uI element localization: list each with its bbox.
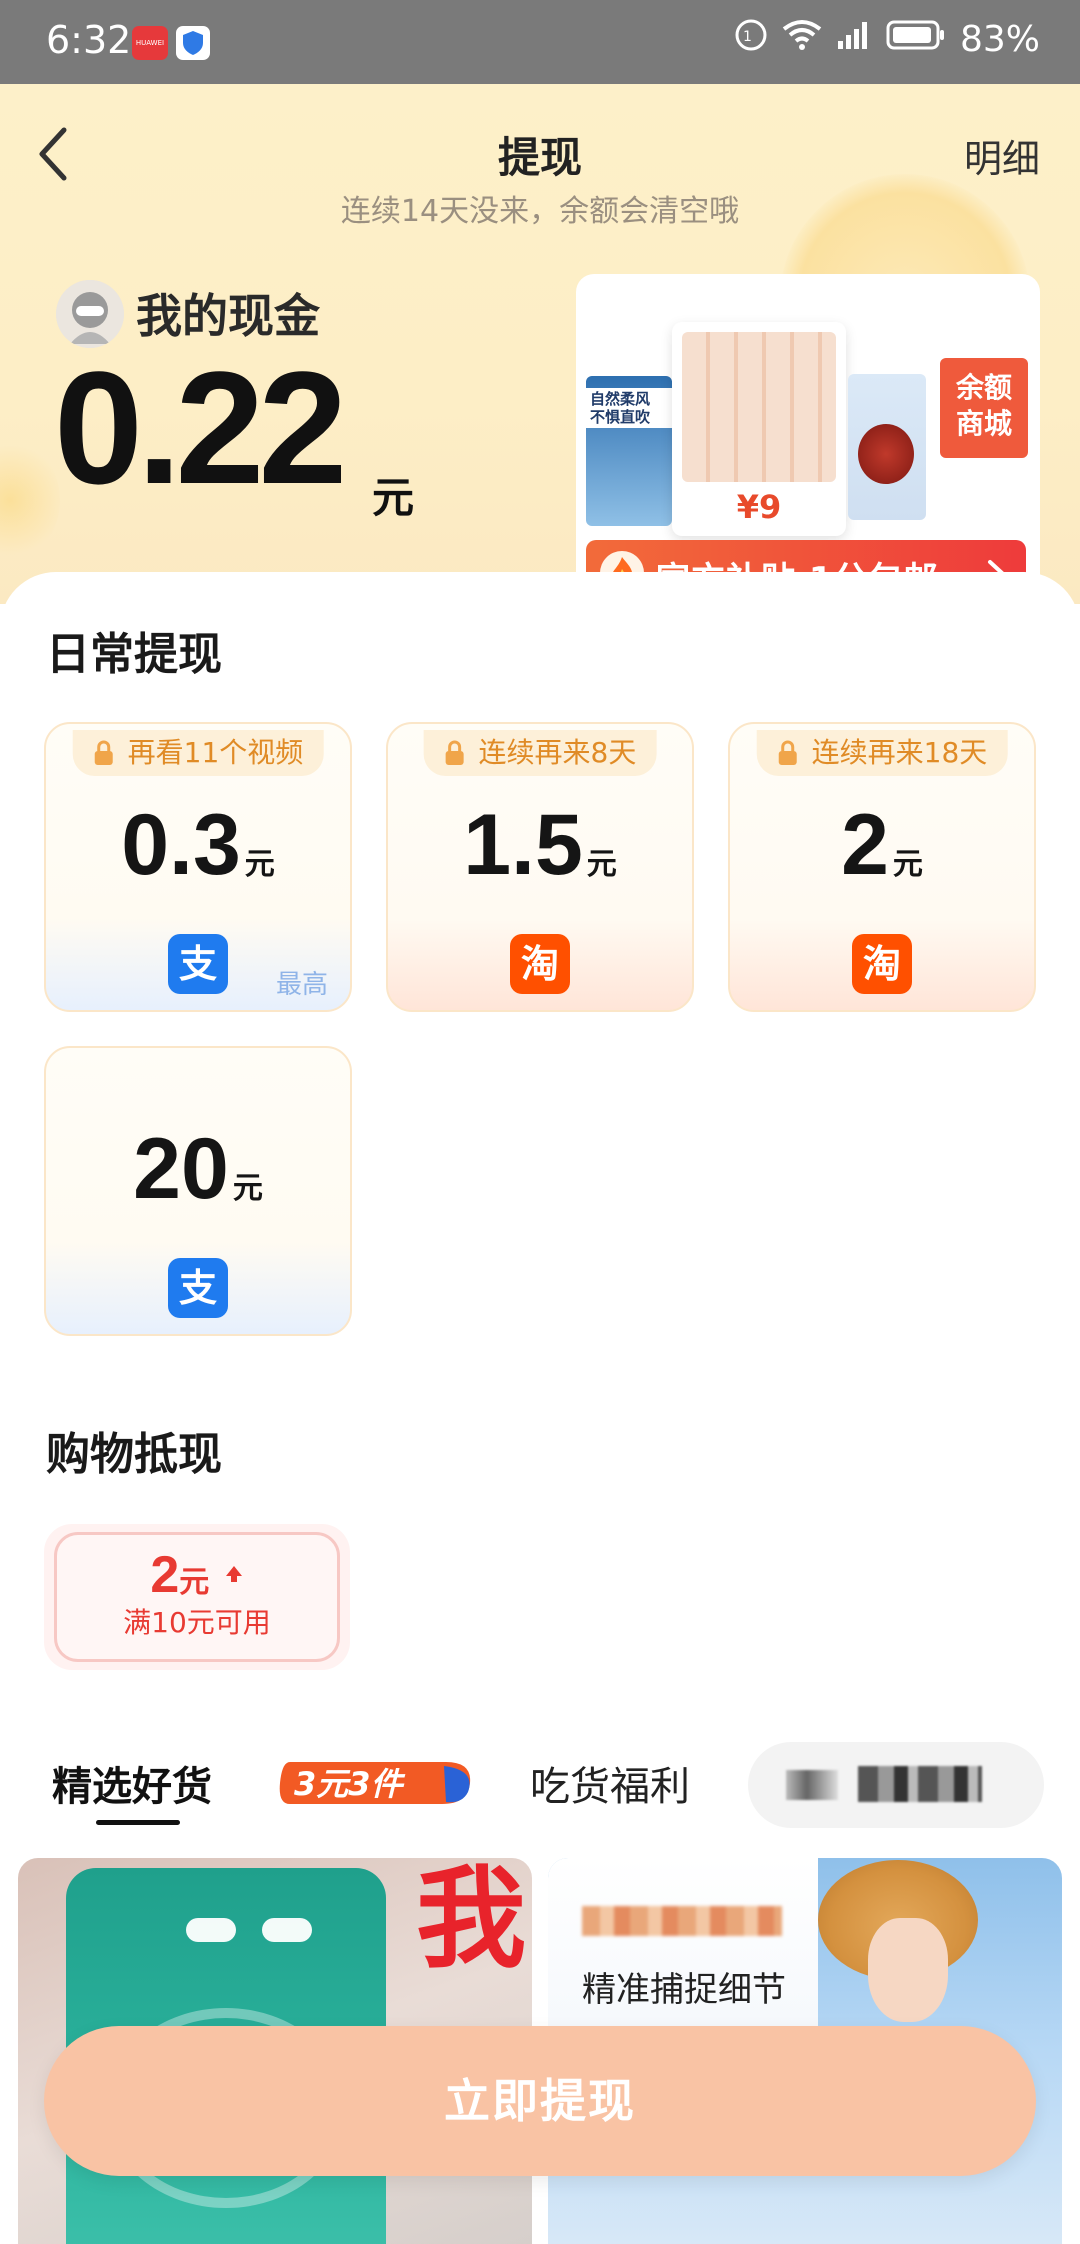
cash-unit: 元 xyxy=(372,473,415,522)
amount-unit: 元 xyxy=(232,1171,263,1206)
battery-icon xyxy=(886,19,946,60)
withdraw-option-card[interactable]: 20 元 支 xyxy=(44,1046,352,1336)
tab-badge-text: 3元3件 xyxy=(294,1765,406,1803)
blurred-text xyxy=(858,1766,982,1802)
status-time: 6:32 xyxy=(46,18,132,62)
withdraw-now-button[interactable]: 立即提现 xyxy=(44,2026,1036,2176)
amount: 0.3 元 xyxy=(46,796,350,895)
meat-product-image xyxy=(848,374,926,520)
meat-graphic xyxy=(858,424,914,484)
page-subtitle: 连续14天没来，余额会清空哦 xyxy=(340,194,740,229)
amount-value: 2 xyxy=(841,797,889,893)
category-tabs: 精选好货 3元3件 吃货福利 xyxy=(0,1736,1080,1846)
balance-mall-tag-line2: 商城 xyxy=(955,407,1012,440)
coupon-unit: 元 xyxy=(179,1566,210,1599)
bag-handle xyxy=(186,1918,236,1942)
daily-withdraw-title: 日常提现 xyxy=(46,629,222,680)
lock-tag: 连续再来8天 xyxy=(423,730,657,776)
amount-unit: 元 xyxy=(244,847,275,882)
lock-tag: 连续再来18天 xyxy=(756,730,1008,776)
lock-icon xyxy=(445,740,464,765)
tissue-product-image: ¥9 xyxy=(672,322,846,536)
amount-unit: 元 xyxy=(892,847,923,882)
page-title: 提现 xyxy=(497,133,582,182)
blurred-text xyxy=(582,1906,782,1936)
amount: 1.5 元 xyxy=(388,796,692,895)
alipay-glyph: 支 xyxy=(178,1266,217,1310)
taobao-icon: 淘 xyxy=(510,934,570,994)
withdraw-option-card[interactable]: 再看11个视频 0.3 元 支 最高 xyxy=(44,722,352,1012)
fan-product-label: 自然柔风 不惧直吹 xyxy=(586,388,672,428)
taobao-glyph: 淘 xyxy=(520,942,559,986)
balance-mall-tag: 余额 商城 xyxy=(940,358,1028,458)
amount: 20 元 xyxy=(46,1120,350,1219)
tab-snack-benefits[interactable]: 吃货福利 xyxy=(530,1754,690,1812)
coupon-card[interactable]: 2元 满10元可用 xyxy=(44,1524,350,1670)
lock-icon xyxy=(94,740,113,765)
model-face-image xyxy=(868,1918,948,2022)
fan-product-image: 自然柔风 不惧直吹 xyxy=(586,376,672,526)
promo-price: ¥9 xyxy=(736,488,782,526)
tab-blurred[interactable] xyxy=(748,1742,1044,1828)
cash-label: 我的现金 xyxy=(136,289,320,343)
product-caption: 精准捕捉细节 xyxy=(582,1970,786,2010)
alipay-icon: 支 xyxy=(168,1258,228,1318)
shopping-discount-title: 购物抵现 xyxy=(46,1429,222,1480)
coupon-condition: 满10元可用 xyxy=(123,1606,271,1639)
lock-text: 连续再来8天 xyxy=(478,736,637,769)
status-bar: 6:32 HUAWEI 1 83% xyxy=(0,0,1080,84)
battery-percent: 83% xyxy=(959,19,1040,60)
amount-unit: 元 xyxy=(586,847,617,882)
alipay-icon: 支 xyxy=(168,934,228,994)
product-text-panel: 精准捕捉细节 xyxy=(548,1858,818,2038)
svg-text:1: 1 xyxy=(743,29,752,45)
taobao-icon: 淘 xyxy=(852,934,912,994)
bag-handle xyxy=(262,1918,312,1942)
taobao-glyph: 淘 xyxy=(862,942,901,986)
balance-mall-tag-line1: 余额 xyxy=(955,371,1012,404)
lock-icon xyxy=(778,740,797,765)
cash-value: 0.22 xyxy=(54,338,347,517)
active-tab-indicator xyxy=(96,1820,180,1825)
promo-card[interactable]: 自然柔风 不惧直吹 ¥9 余额 商城 官方补贴 1分包邮 xyxy=(576,274,1040,620)
amount: 2元 xyxy=(730,796,1034,895)
wifi-icon xyxy=(782,19,822,60)
amount-value: 1.5 xyxy=(463,797,583,893)
detail-link[interactable]: 明细 xyxy=(964,128,1040,183)
hd-call-icon: 1 xyxy=(734,18,768,61)
lock-tag: 再看11个视频 xyxy=(72,730,324,776)
lock-text: 连续再来18天 xyxy=(811,736,988,769)
amount-value: 0.3 xyxy=(121,797,241,893)
tab-3yuan3pieces[interactable]: 3元3件 xyxy=(276,1756,480,1810)
huawei-app-icon: HUAWEI xyxy=(132,26,168,60)
withdraw-option-card[interactable]: 连续再来8天 1.5 元 淘 xyxy=(386,722,694,1012)
amount-value: 20 xyxy=(133,1121,229,1217)
product-ad-text: 我 xyxy=(416,1858,526,1983)
max-tag: 最高 xyxy=(275,970,328,1000)
lock-text: 再看11个视频 xyxy=(127,736,304,769)
blurred-text xyxy=(786,1770,838,1800)
header: 提现 连续14天没来，余额会清空哦 明细 我的现金 0.22 元 自然柔风 不惧… xyxy=(0,84,1080,620)
coupon-amount: 2 xyxy=(150,1546,180,1604)
coupon: 2元 满10元可用 xyxy=(54,1532,340,1662)
signal-icon xyxy=(836,19,872,60)
arrow-up-icon xyxy=(225,1566,242,1582)
tab-selected-goods[interactable]: 精选好货 xyxy=(52,1754,212,1812)
tissue-pack xyxy=(682,332,836,482)
alipay-glyph: 支 xyxy=(178,942,217,986)
withdraw-option-card[interactable]: 连续再来18天 2元 淘 xyxy=(728,722,1036,1012)
coupon-value: 2元 xyxy=(57,1545,337,1605)
shield-app-icon xyxy=(176,26,210,60)
